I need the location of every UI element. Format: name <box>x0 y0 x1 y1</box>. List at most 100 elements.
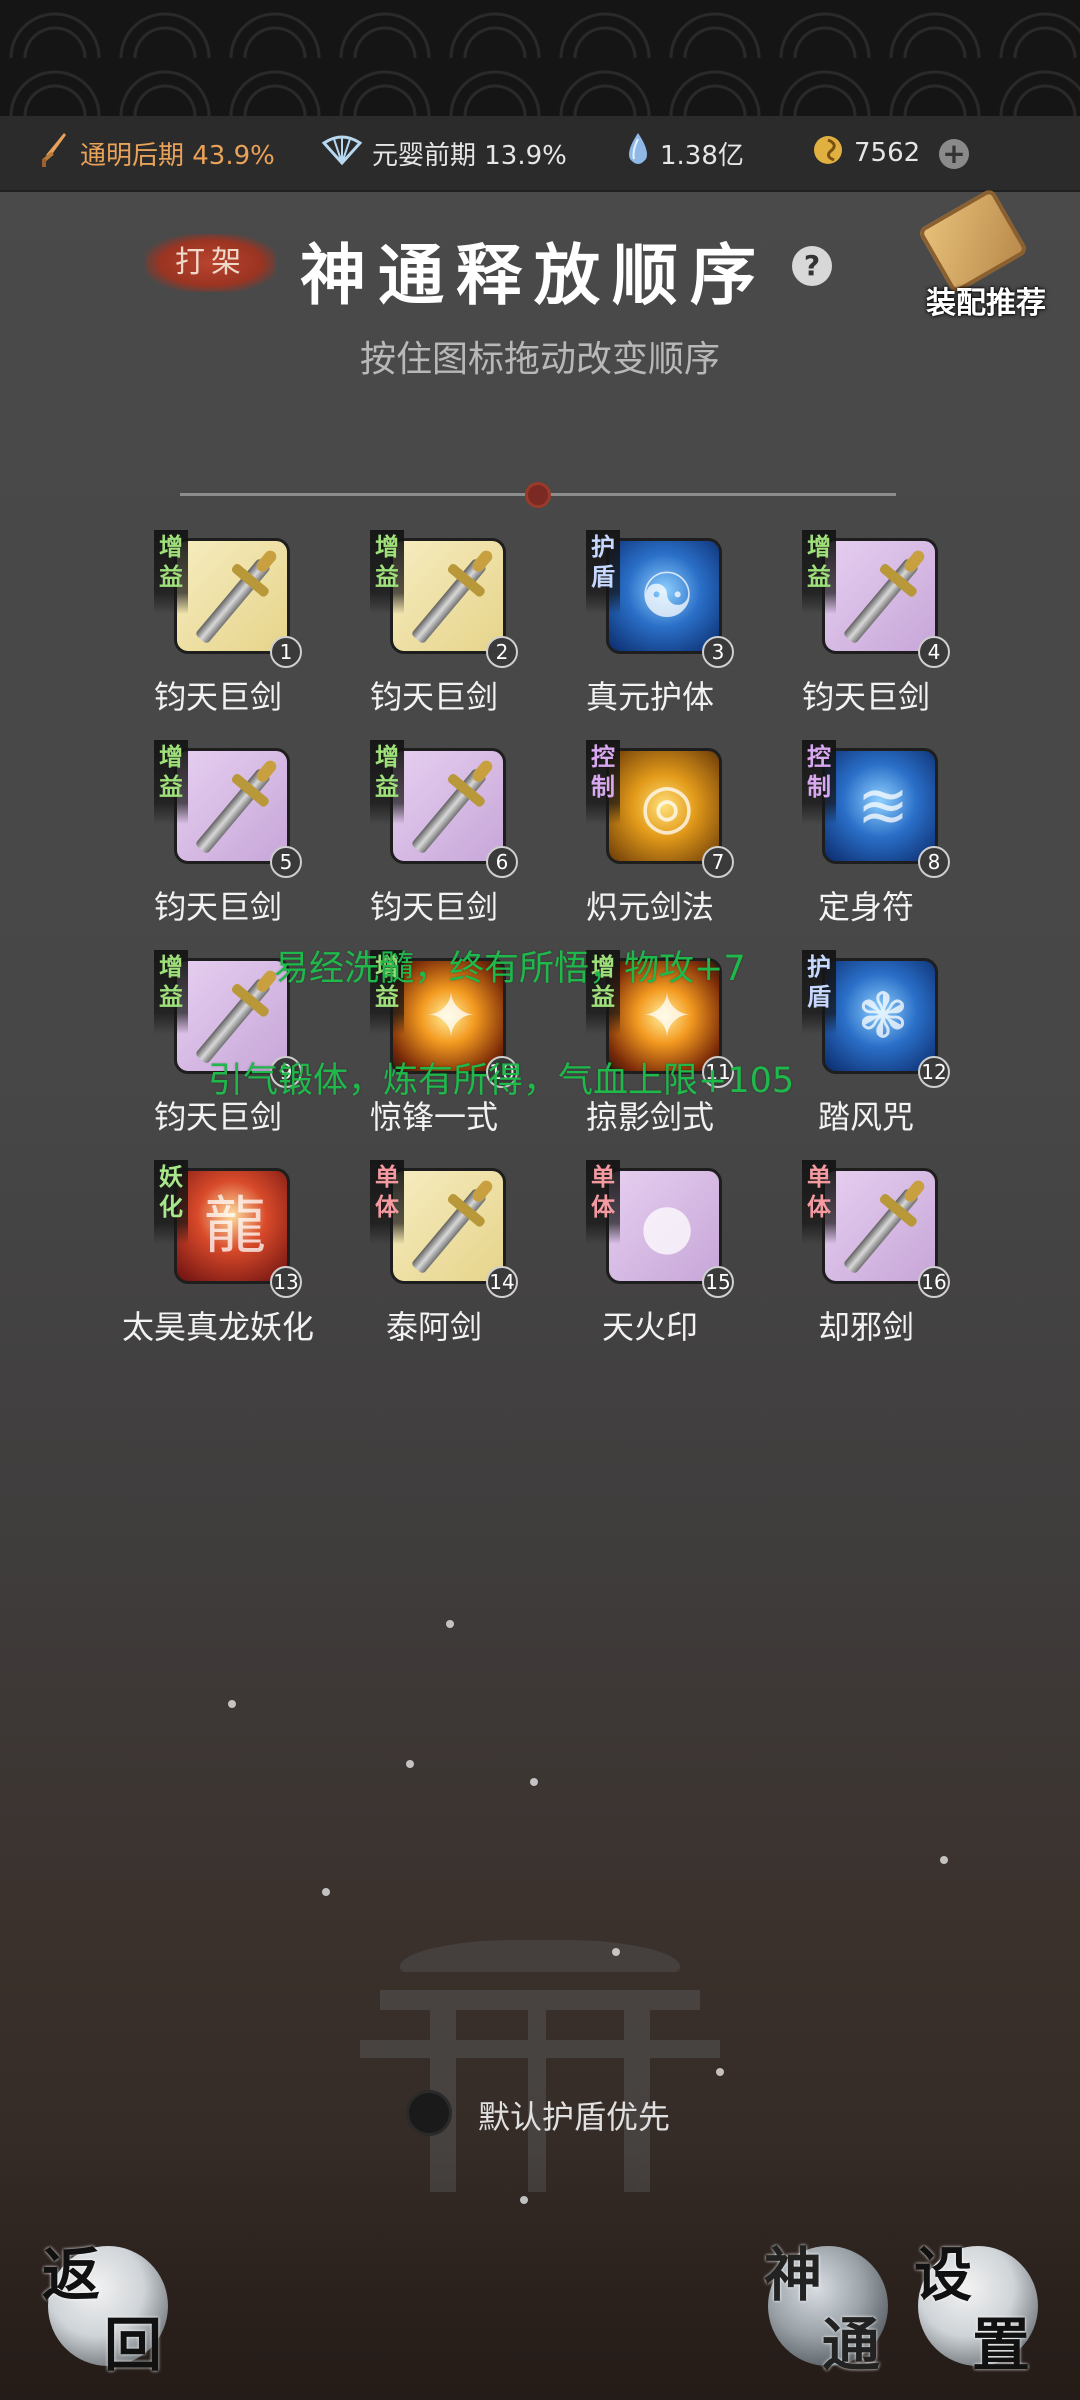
skills-button[interactable]: 神 通 <box>764 2241 888 2379</box>
skill-name: 钧天巨剑 <box>369 888 498 926</box>
divider-ornament <box>525 482 551 508</box>
skill-type-tag: 增益 <box>370 740 404 824</box>
wind-swirl-icon: ❃ <box>822 958 938 1074</box>
falling-petal <box>322 1888 330 1896</box>
shield-priority-toggle[interactable] <box>406 2090 452 2136</box>
skill-name: 太昊真龙妖化 <box>121 1308 314 1346</box>
skill-slot[interactable]: ◎ 控制 7 炽元剑法 <box>550 740 750 940</box>
order-badge: 7 <box>702 846 734 878</box>
skill-name: 却邪剑 <box>817 1308 914 1346</box>
order-badge: 14 <box>486 1266 518 1298</box>
skill-type-tag: 护盾 <box>586 530 620 614</box>
skill-name: 钧天巨剑 <box>369 678 498 716</box>
dragon-head-icon: 龍 <box>174 1168 290 1284</box>
shield-priority-label: 默认护盾优先 <box>478 2098 671 2136</box>
skill-name: 真元护体 <box>585 678 714 716</box>
skill-type-tag: 增益 <box>154 950 188 1034</box>
skill-slot[interactable]: 龍妖化 13 太昊真龙妖化 <box>118 1160 318 1360</box>
skill-type-tag: 控制 <box>586 740 620 824</box>
skill-type-tag: 单体 <box>370 1160 404 1244</box>
skills-label-1: 神 <box>764 2241 823 2309</box>
skill-name: 钧天巨剑 <box>153 888 282 926</box>
golden-sword-icon <box>174 538 290 654</box>
recommend-loadout-button[interactable]: 装配推荐 <box>906 187 1066 330</box>
bronze-sword-icon <box>390 1168 506 1284</box>
falling-petal <box>228 1700 236 1708</box>
settings-label-1: 设 <box>914 2241 973 2309</box>
realm-secondary: 元婴前期 13.9% <box>321 116 567 190</box>
coins-text: 7562 <box>854 138 921 168</box>
golden-sword-icon <box>822 538 938 654</box>
skill-slot[interactable]: 增益 1 钧天巨剑 <box>118 530 318 730</box>
skill-slot[interactable]: 增益 6 钧天巨剑 <box>334 740 534 940</box>
order-badge: 2 <box>486 636 518 668</box>
skill-type-tag: 妖化 <box>154 1160 188 1244</box>
skill-slot[interactable]: ❃ 护盾 12 踏风咒 <box>766 950 966 1150</box>
resource-bar: 通明后期 43.9% 元婴前期 13.9% 1.38亿 7562 + <box>0 116 1080 192</box>
skill-type-tag: 护盾 <box>802 950 836 1034</box>
drag-hint: 按住图标拖动改变顺序 <box>359 339 720 380</box>
golden-sword-icon <box>390 748 506 864</box>
skill-slot[interactable]: 单体 16 却邪剑 <box>766 1160 966 1360</box>
realm-primary: 通明后期 43.9% <box>40 116 275 190</box>
realm-primary-text: 通明后期 43.9% <box>80 140 275 171</box>
order-badge: 13 <box>270 1266 302 1298</box>
skill-type-tag: 增益 <box>370 530 404 614</box>
back-label-2: 回 <box>104 2311 163 2379</box>
falling-petal <box>406 1760 414 1768</box>
blue-aura-body-icon: ☯ <box>606 538 722 654</box>
spirit-stones: 1.38亿 <box>626 116 744 190</box>
falling-petal <box>612 1948 620 1956</box>
back-button[interactable]: 返 回 <box>42 2241 168 2379</box>
coin-swirl-icon <box>812 134 844 173</box>
golden-sword-icon <box>390 538 506 654</box>
recommend-label: 装配推荐 <box>926 286 1046 321</box>
settings-label-2: 置 <box>972 2311 1031 2379</box>
crystal-drop-icon <box>626 132 650 174</box>
order-badge: 1 <box>270 636 302 668</box>
skill-name: 泰阿剑 <box>385 1308 482 1346</box>
falling-petal <box>716 2068 724 2076</box>
blue-talisman-icon: ≋ <box>822 748 938 864</box>
falling-petal <box>520 2196 528 2204</box>
skill-name: 炽元剑法 <box>585 888 714 926</box>
red-seal-icon: ● <box>606 1168 722 1284</box>
falling-petal <box>530 1778 538 1786</box>
skill-type-tag: 控制 <box>802 740 836 824</box>
skill-type-tag: 单体 <box>586 1160 620 1244</box>
skill-slot[interactable]: 增益 4 钧天巨剑 <box>766 530 966 730</box>
floating-message: 引气锻体，炼有所得，气血上限+105 <box>208 1061 795 1101</box>
skill-slot[interactable]: ● 单体 15 天火印 <box>550 1160 750 1360</box>
skill-slot[interactable]: ≋ 控制 8 定身符 <box>766 740 966 940</box>
spirit-stones-text: 1.38亿 <box>660 140 744 171</box>
skill-slot[interactable]: ☯ 护盾 3 真元护体 <box>550 530 750 730</box>
skill-name: 钧天巨剑 <box>801 678 930 716</box>
coins: 7562 <box>812 116 920 190</box>
skill-slot[interactable]: 单体 14 泰阿剑 <box>334 1160 534 1360</box>
skill-slot[interactable]: 增益 2 钧天巨剑 <box>334 530 534 730</box>
skill-type-tag: 增益 <box>154 530 188 614</box>
mode-badge: 打架 <box>146 234 276 292</box>
skills-label-2: 通 <box>822 2311 881 2379</box>
skill-name: 天火印 <box>601 1308 698 1346</box>
golden-sword-icon <box>174 748 290 864</box>
fan-icon <box>321 135 363 172</box>
skill-type-tag: 增益 <box>154 740 188 824</box>
order-badge: 16 <box>918 1266 950 1298</box>
help-button[interactable]: ? <box>792 246 832 286</box>
skill-slot[interactable]: 增益 5 钧天巨剑 <box>118 740 318 940</box>
falling-petal <box>940 1856 948 1864</box>
top-decorative-band <box>0 0 1080 116</box>
skill-name: 定身符 <box>817 888 914 926</box>
order-badge: 6 <box>486 846 518 878</box>
order-badge: 3 <box>702 636 734 668</box>
order-badge: 12 <box>918 1056 950 1088</box>
realm-secondary-text: 元婴前期 13.9% <box>372 140 567 171</box>
floating-message: 易经洗髓，终有所悟，物攻+7 <box>274 949 746 989</box>
back-label-1: 返 <box>42 2241 101 2309</box>
sword-icon <box>40 132 70 174</box>
silver-sword-icon <box>822 1168 938 1284</box>
add-coins-button[interactable]: + <box>939 139 969 169</box>
settings-button[interactable]: 设 置 <box>914 2241 1038 2379</box>
golden-bell-icon: ◎ <box>606 748 722 864</box>
